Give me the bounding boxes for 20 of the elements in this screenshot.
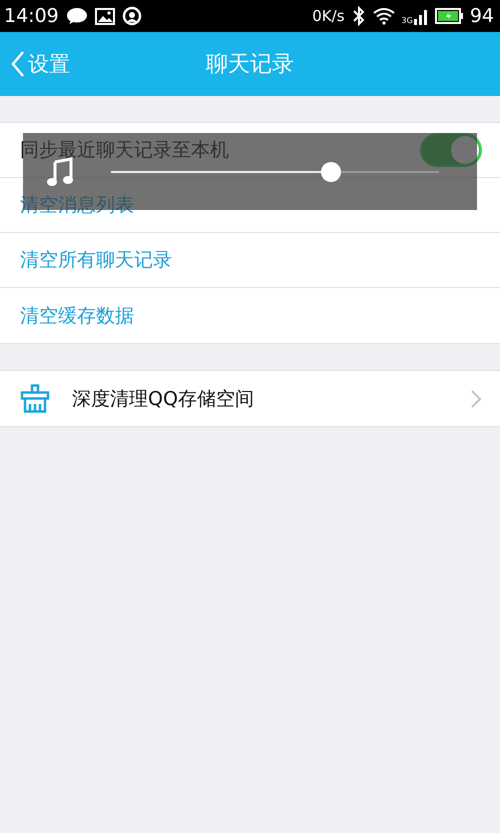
page-title: 聊天记录 [206,51,294,79]
back-button[interactable]: 设置 [0,50,80,78]
storage-row[interactable]: 深度清理QQ存储空间 [0,371,500,426]
bluetooth-icon [352,6,366,26]
circle-app-icon [122,6,142,26]
wifi-icon [372,7,395,25]
image-icon [94,8,115,24]
network-speed: 0K/s [312,7,345,25]
status-time: 14:09 [4,5,59,27]
storage-label: 深度清理QQ存储空间 [72,386,255,412]
signal-icon [414,7,428,25]
battery-level: 94 [470,5,494,27]
action-item[interactable]: 清空所有聊天记录 [0,233,500,288]
action-item[interactable]: 清空缓存数据 [0,288,500,343]
network-type: 3G [402,17,413,25]
chevron-right-icon [470,388,482,408]
broom-icon [20,384,50,414]
back-chevron-icon [10,50,26,78]
battery-icon [434,8,463,24]
chat-bubble-icon [66,7,88,25]
